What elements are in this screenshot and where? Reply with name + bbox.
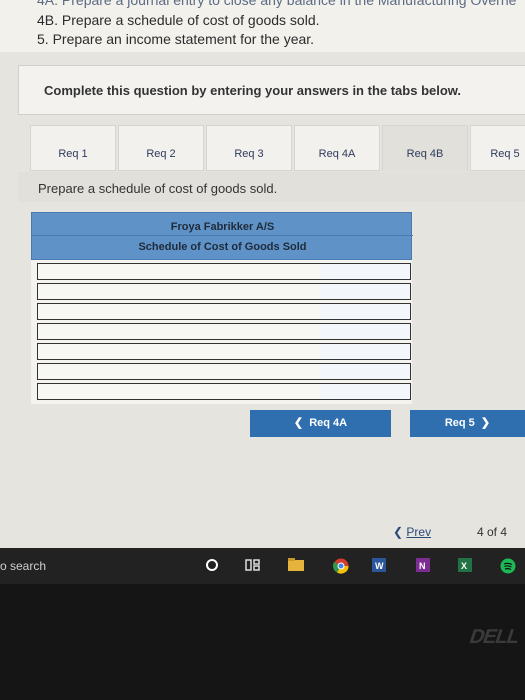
amount-input[interactable] — [321, 364, 410, 379]
instruction-4b: 4B. Prepare a schedule of cost of goods … — [37, 12, 320, 28]
tab-req-4b[interactable]: Req 4B — [382, 125, 468, 171]
amount-input[interactable] — [321, 384, 410, 399]
table-row — [37, 343, 411, 360]
chevron-left-icon: ❮ — [293, 417, 310, 429]
instruction-panel: Complete this question by entering your … — [18, 65, 525, 115]
cortana-icon[interactable] — [205, 558, 219, 572]
pager-prev-label: Prev — [406, 525, 432, 539]
windows-taskbar: o search W N X — [0, 548, 525, 584]
instruction-4a: 4A. Prepare a journal entry to close any… — [37, 0, 517, 8]
file-explorer-icon[interactable] — [288, 558, 304, 572]
label-input[interactable] — [38, 304, 322, 319]
tab-req-2[interactable]: Req 2 — [118, 125, 204, 171]
monitor-bezel: DELL — [0, 584, 525, 700]
tab-req-5[interactable]: Req 5 — [470, 125, 525, 171]
spotify-icon[interactable] — [500, 558, 516, 574]
table-row — [37, 383, 411, 400]
instructions: 4A. Prepare a journal entry to close any… — [0, 0, 525, 52]
onenote-icon[interactable]: N — [416, 558, 430, 572]
amount-input[interactable] — [321, 304, 410, 319]
label-input[interactable] — [38, 324, 322, 339]
label-input[interactable] — [38, 384, 322, 399]
excel-icon[interactable]: X — [458, 558, 472, 572]
label-input[interactable] — [38, 264, 322, 279]
header-divider — [32, 235, 413, 236]
label-input[interactable] — [38, 284, 322, 299]
next-req-label: Req 5 — [444, 417, 475, 429]
browser-screen: 4A. Prepare a journal entry to close any… — [0, 0, 525, 548]
chevron-right-icon: ❯ — [474, 417, 491, 429]
label-input[interactable] — [38, 364, 322, 379]
table-row — [37, 283, 411, 300]
amount-input[interactable] — [321, 344, 410, 359]
table-row — [37, 303, 411, 320]
req-tabs: Req 1 Req 2 Req 3 Req 4A Req 4B Req 5 — [30, 125, 525, 173]
label-input[interactable] — [38, 344, 322, 359]
svg-text:W: W — [375, 561, 384, 571]
tab-req-3[interactable]: Req 3 — [206, 125, 292, 171]
svg-text:X: X — [461, 561, 467, 571]
chevron-left-icon: ❮ — [393, 525, 407, 539]
next-req-button[interactable]: Req 5 ❯ — [410, 410, 525, 437]
prev-req-label: Req 4A — [309, 417, 348, 429]
dell-logo: DELL — [466, 626, 522, 648]
svg-text:N: N — [419, 561, 426, 571]
amount-input[interactable] — [321, 324, 410, 339]
task-view-icon[interactable] — [245, 558, 261, 572]
word-icon[interactable]: W — [372, 558, 386, 572]
prompt-text: Prepare a schedule of cost of goods sold… — [38, 181, 278, 196]
amount-input[interactable] — [321, 264, 410, 279]
table-row — [37, 363, 411, 380]
chrome-icon[interactable] — [333, 558, 349, 574]
table-row — [37, 323, 411, 340]
schedule-title: Schedule of Cost of Goods Sold — [138, 241, 307, 253]
instruction-5: 5. Prepare an income statement for the y… — [37, 31, 315, 47]
cogs-schedule-table: Froya Fabrikker A/S Schedule of Cost of … — [31, 212, 413, 404]
tab-req-1[interactable]: Req 1 — [30, 125, 116, 171]
pager-prev-link[interactable]: ❮ Prev — [393, 525, 431, 539]
amount-input[interactable] — [321, 284, 410, 299]
company-name: Froya Fabrikker A/S — [170, 221, 275, 233]
table-header: Froya Fabrikker A/S Schedule of Cost of … — [31, 212, 413, 260]
taskbar-search[interactable]: o search — [0, 559, 46, 573]
panel-text: Complete this question by entering your … — [44, 83, 462, 98]
tab-req-4a[interactable]: Req 4A — [294, 125, 380, 171]
pager-count: 4 of 4 — [477, 525, 508, 539]
table-row — [37, 263, 411, 280]
prev-req-button[interactable]: ❮ Req 4A — [250, 410, 391, 437]
